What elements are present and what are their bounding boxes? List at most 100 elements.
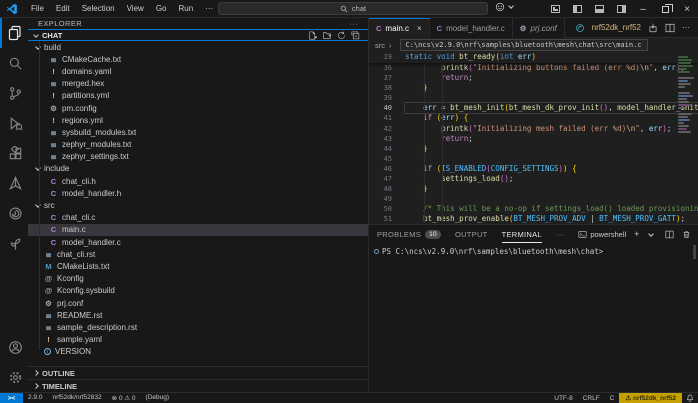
- tree-item-partitions-yml[interactable]: ! partitions.yml: [28, 90, 368, 102]
- status-item[interactable]: C: [605, 395, 620, 402]
- split-editor-icon[interactable]: [665, 23, 675, 33]
- code-line[interactable]: 45: [369, 154, 698, 164]
- workspace-section-header[interactable]: CHAT: [28, 29, 368, 41]
- kill-terminal-trash-icon[interactable]: [682, 230, 691, 239]
- tree-item-cmakecache-txt[interactable]: ≣ CMakeCache.txt: [28, 53, 368, 65]
- terminal[interactable]: PS C:\ncs\v2.9.0\nrf\samples\bluetooth\m…: [369, 243, 698, 392]
- account-icon[interactable]: [0, 332, 28, 362]
- nrf-terminal-icon[interactable]: [0, 228, 28, 258]
- terminal-scrollbar[interactable]: [693, 245, 696, 259]
- tree-item-readme-rst[interactable]: ≣ README.rst: [28, 309, 368, 321]
- tree-item-sample-description-rst[interactable]: ≣ sample_description.rst: [28, 321, 368, 333]
- code-line[interactable]: 37 return;: [369, 73, 698, 83]
- status-item[interactable]: ⊗ 0 ⚠ 0: [107, 394, 141, 402]
- remote-indicator[interactable]: ><: [0, 393, 23, 403]
- flash-device-icon[interactable]: [648, 23, 658, 33]
- tree-item-model-handler-h[interactable]: Cmodel_handler.h: [28, 187, 368, 199]
- code-line[interactable]: 50 /* This will be a no-op if settings_l…: [369, 204, 698, 214]
- tree-item-chat-cli-h[interactable]: Cchat_cli.h: [28, 175, 368, 187]
- extensions-icon[interactable]: [0, 138, 28, 168]
- code-line[interactable]: 41 if (err) {: [369, 113, 698, 123]
- close-icon[interactable]: ×: [417, 24, 422, 33]
- tree-item-chat-cli-rst[interactable]: ≣ chat_cli.rst: [28, 248, 368, 260]
- tree-item-sample-yaml[interactable]: ! sample.yaml: [28, 334, 368, 346]
- tree-item-kconfig[interactable]: @ Kconfig: [28, 273, 368, 285]
- code-line[interactable]: 19 static void bt_ready(int err): [369, 52, 698, 62]
- breadcrumb-folder[interactable]: src: [375, 41, 385, 50]
- code-line[interactable]: 48 }: [369, 184, 698, 194]
- collapse-all-icon[interactable]: [351, 31, 360, 40]
- copilot-button[interactable]: [495, 2, 517, 12]
- split-terminal-icon[interactable]: [665, 230, 674, 239]
- code-line[interactable]: 42 printk("Initializing mesh failed (err…: [369, 124, 698, 134]
- panel-more-icon[interactable]: ···: [556, 225, 564, 243]
- toggle-panel-icon[interactable]: [588, 0, 610, 18]
- code-editor[interactable]: 19 static void bt_ready(int err) 36 print…: [369, 52, 698, 224]
- code-line[interactable]: 38 }: [369, 83, 698, 93]
- minimize-button[interactable]: –: [632, 0, 654, 18]
- restore-button[interactable]: [654, 0, 676, 18]
- close-window-button[interactable]: ×: [676, 0, 698, 18]
- status-item[interactable]: UTF-8: [549, 395, 577, 402]
- toggle-sidebar-icon[interactable]: [566, 0, 588, 18]
- new-file-icon[interactable]: [308, 31, 317, 40]
- tree-item-prj-conf[interactable]: ⚙ prj.conf: [28, 297, 368, 309]
- customize-layout-icon[interactable]: [544, 0, 566, 18]
- tree-item-regions-yml[interactable]: ! regions.yml: [28, 114, 368, 126]
- code-line[interactable]: 44 }: [369, 144, 698, 154]
- new-terminal-icon[interactable]: +: [634, 229, 639, 239]
- tab-main-c[interactable]: C main.c ×: [369, 18, 430, 38]
- code-line[interactable]: 40 err = bt_mesh_init(bt_mesh_dk_prov_in…: [369, 102, 698, 115]
- code-line[interactable]: 36 printk("Initializing buttons failed (…: [369, 63, 698, 73]
- status-warning-badge[interactable]: ⚠ nrf52dk_nrf52: [619, 393, 682, 403]
- shell-selector[interactable]: powershell: [578, 230, 626, 239]
- status-item[interactable]: CRLF: [578, 395, 605, 402]
- tree-item-model-handler-c[interactable]: Cmodel_handler.c: [28, 236, 368, 248]
- editor-more-icon[interactable]: ···: [682, 23, 690, 32]
- menu-file[interactable]: File: [25, 0, 50, 18]
- tree-item-main-c[interactable]: Cmain.c: [28, 223, 368, 236]
- tree-item-merged-hex[interactable]: ≣ merged.hex: [28, 78, 368, 90]
- nrf-connect-icon[interactable]: [0, 168, 28, 198]
- source-control-icon[interactable]: [0, 78, 28, 108]
- tree-item-version[interactable]: i VERSION: [28, 346, 368, 358]
- command-center-search[interactable]: chat: [218, 2, 488, 15]
- dev-academy-icon[interactable]: [0, 198, 28, 228]
- tab-prj-conf[interactable]: ⚙ prj.conf: [512, 18, 565, 38]
- tree-item-zephyr-settings-txt[interactable]: ≣ zephyr_settings.txt: [28, 151, 368, 163]
- code-line[interactable]: 39: [369, 93, 698, 103]
- code-line[interactable]: 51 bt_mesh_prov_enable(BT_MESH_PROV_ADV …: [369, 214, 698, 224]
- tab-model-handler-c[interactable]: C model_handler.c: [429, 18, 513, 38]
- code-line[interactable]: 47 settings_load();: [369, 174, 698, 184]
- tree-item-src[interactable]: src: [28, 199, 368, 211]
- tree-item-chat-cli-c[interactable]: Cchat_cli.c: [28, 212, 368, 224]
- sticky-scroll-line[interactable]: 19 static void bt_ready(int err): [369, 52, 698, 63]
- tree-item-domains-yaml[interactable]: ! domains.yaml: [28, 65, 368, 77]
- refresh-icon[interactable]: [337, 31, 346, 40]
- new-folder-icon[interactable]: [322, 31, 332, 40]
- panel-tab-problems[interactable]: PROBLEMS 10: [377, 225, 441, 243]
- run-debug-icon[interactable]: [0, 108, 28, 138]
- build-config-label[interactable]: nrf52dk_nrf52: [592, 23, 641, 32]
- tree-item-kconfig-sysbuild[interactable]: @ Kconfig.sysbuild: [28, 285, 368, 297]
- panel-tab-terminal[interactable]: TERMINAL: [502, 225, 542, 243]
- search-view-icon[interactable]: [0, 48, 28, 78]
- menu-view[interactable]: View: [121, 0, 150, 18]
- status-item[interactable]: 2.9.0: [23, 394, 47, 402]
- timeline-section[interactable]: TIMELINE: [28, 379, 368, 392]
- minimap[interactable]: [676, 52, 698, 164]
- notifications-bell-icon[interactable]: [682, 394, 698, 402]
- code-line[interactable]: 49: [369, 194, 698, 204]
- code-line[interactable]: 43 return;: [369, 134, 698, 144]
- tree-item-cmakelists-txt[interactable]: M CMakeLists.txt: [28, 260, 368, 272]
- tree-item-build[interactable]: build: [28, 41, 368, 53]
- menu-go[interactable]: Go: [150, 0, 173, 18]
- menu-overflow[interactable]: ···: [199, 0, 219, 18]
- chevron-down-icon[interactable]: [648, 230, 655, 237]
- status-item[interactable]: nrf52dk/nrf52832: [47, 394, 106, 402]
- breadcrumb-path[interactable]: C:\ncs\v2.9.0\nrf\samples\bluetooth\mesh…: [399, 39, 648, 51]
- status-item[interactable]: (Debug): [141, 394, 174, 402]
- settings-gear-icon[interactable]: [0, 362, 28, 392]
- toggle-secondary-sidebar-icon[interactable]: [610, 0, 632, 18]
- explorer-icon[interactable]: [0, 18, 28, 48]
